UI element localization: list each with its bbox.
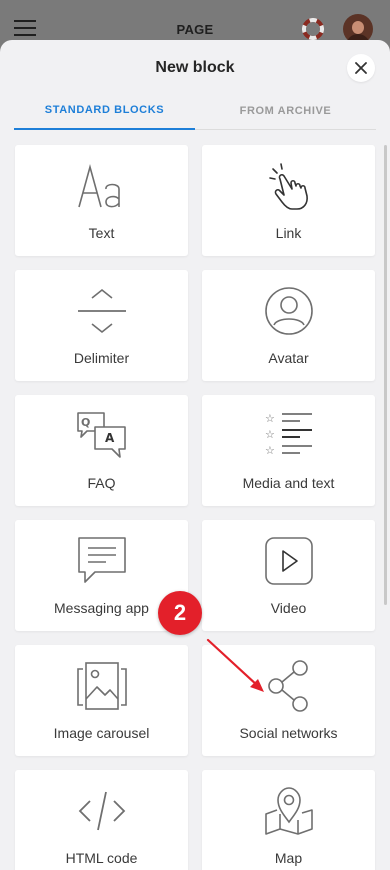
media-text-list-icon: ☆ ☆ ☆ [262,409,316,463]
annotation-arrow-icon [206,638,264,692]
block-avatar[interactable]: Avatar [202,270,375,381]
svg-text:☆: ☆ [265,444,275,457]
lifebuoy-icon[interactable] [302,18,324,40]
block-text[interactable]: Text [15,145,188,256]
block-image-carousel[interactable]: Image carousel [15,645,188,756]
block-label: HTML code [65,850,138,866]
block-map[interactable]: Map [202,770,375,870]
svg-text:☆: ☆ [265,428,275,441]
text-aa-icon [75,159,129,213]
block-html-code[interactable]: HTML code [15,770,188,870]
avatar-icon [262,284,316,338]
delimiter-icon [75,284,129,338]
close-button[interactable] [347,54,375,82]
image-carousel-icon [75,659,129,713]
block-label: Map [274,850,303,866]
tab-bar: STANDARD BLOCKS FROM ARCHIVE [14,92,376,130]
block-label: Text [88,225,115,241]
block-label: Media and text [242,475,335,491]
tab-standard-blocks[interactable]: STANDARD BLOCKS [14,92,195,130]
block-label: FAQ [87,475,116,491]
block-link[interactable]: Link [202,145,375,256]
block-media-and-text[interactable]: ☆ ☆ ☆ Media and text [202,395,375,506]
pointer-hand-icon [262,159,316,213]
page-title: PAGE [176,22,214,37]
faq-qa-icon: Q A [75,409,129,463]
code-brackets-icon [75,784,129,838]
block-label: Video [270,600,307,616]
step-number-badge: 2 [158,591,202,635]
block-delimiter[interactable]: Delimiter [15,270,188,381]
svg-text:☆: ☆ [265,412,275,425]
scrollbar[interactable] [384,145,387,605]
sheet-header: New block [0,40,390,92]
chat-bubble-icon [75,534,129,588]
block-label: Avatar [268,350,309,366]
map-pin-icon [262,784,316,838]
block-label: Link [275,225,302,241]
block-grid: Text Link Delimiter Avatar Q A FAQ ☆ ☆ ☆… [15,145,375,870]
block-label: Social networks [239,725,338,741]
svg-text:Q: Q [81,416,90,429]
sheet-title: New block [155,59,235,76]
block-faq[interactable]: Q A FAQ [15,395,188,506]
play-video-icon [262,534,316,588]
block-label: Image carousel [53,725,150,741]
block-label: Delimiter [73,350,130,366]
tab-from-archive[interactable]: FROM ARCHIVE [195,92,376,130]
close-icon [355,62,367,74]
svg-text:A: A [105,431,115,445]
block-video[interactable]: Video [202,520,375,631]
